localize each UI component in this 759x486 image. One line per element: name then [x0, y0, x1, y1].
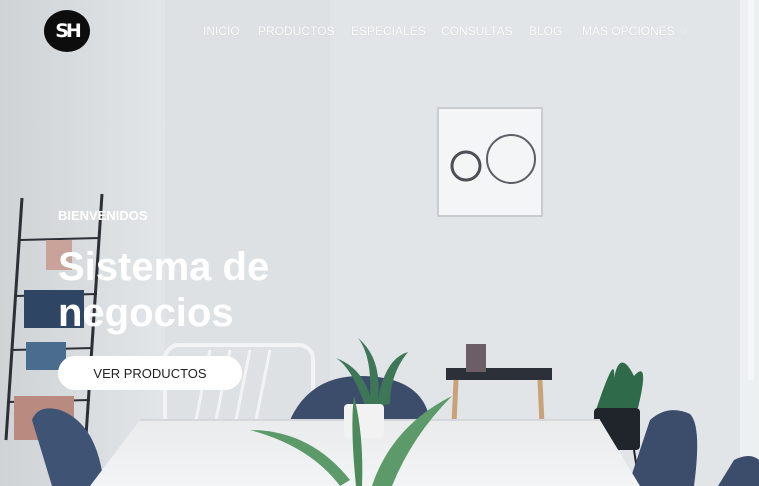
nav-item-consultas[interactable]: CONSULTAS	[441, 24, 513, 38]
nav-item-productos[interactable]: PRODUCTOS	[258, 24, 334, 38]
nav-item-mas-opciones[interactable]: MÁS OPCIONES ⌵	[582, 24, 687, 38]
hero-title: Sistema de negocios	[58, 245, 270, 335]
nav-item-inicio[interactable]: INICIO	[203, 24, 240, 38]
brand-logo[interactable]: SH	[44, 10, 90, 52]
nav-item-blog[interactable]: BLOG	[529, 24, 562, 38]
chevron-down-icon: ⌵	[679, 26, 687, 36]
logo-text: SH	[55, 20, 82, 42]
view-products-button[interactable]: VER PRODUCTOS	[58, 356, 242, 390]
hero-background-image	[0, 0, 759, 486]
nav-item-especiales[interactable]: ESPECIALES	[351, 24, 426, 38]
nav-item-mas-opciones-label: MÁS OPCIONES	[582, 24, 675, 38]
hero-eyebrow: BIENVENIDOS	[58, 208, 148, 223]
